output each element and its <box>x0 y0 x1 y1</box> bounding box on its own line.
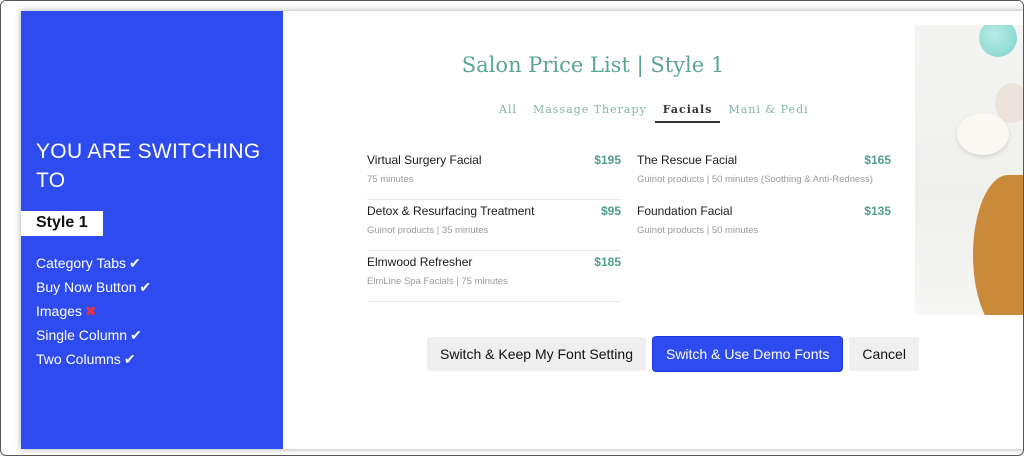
list-item: Elmwood Refresher $185 ElmLine Spa Facial… <box>367 251 621 302</box>
feature-item: Two Columns ✔ <box>36 347 151 371</box>
item-description: Guinot products | 35 minutes <box>367 225 489 236</box>
list-item: Virtual Surgery Facial $195 75 minutes <box>367 149 621 200</box>
category-tabs: All Massage Therapy Facials Mani & Pedi <box>491 103 817 123</box>
preview-title: Salon Price List | Style 1 <box>461 53 725 77</box>
feature-label: Two Columns <box>36 351 121 367</box>
item-price: $195 <box>594 153 621 167</box>
spa-decoration-image <box>915 25 1023 315</box>
feature-label: Images <box>36 303 82 319</box>
item-description: 75 minutes <box>367 174 414 185</box>
item-price: $185 <box>594 255 621 269</box>
feature-item: Buy Now Button ✔ <box>36 275 151 299</box>
item-price: $165 <box>864 153 891 167</box>
price-column-left: Virtual Surgery Facial $195 75 minutes De… <box>367 149 621 302</box>
item-description: ElmLine Spa Facials | 75 minutes <box>367 276 508 287</box>
item-price: $95 <box>600 204 621 218</box>
tab-facials[interactable]: Facials <box>654 103 721 123</box>
action-buttons: Switch & Keep My Font Setting Switch & U… <box>427 337 919 371</box>
tab-all[interactable]: All <box>491 103 525 123</box>
style-switch-modal: YOU ARE SWITCHING TO Style 1 Category Ta… <box>21 11 1023 449</box>
check-icon: ✔ <box>139 279 152 295</box>
item-name: The Rescue Facial <box>637 153 738 167</box>
item-description: Guinot products | 50 minutes <box>637 225 759 236</box>
window-frame: YOU ARE SWITCHING TO Style 1 Category Ta… <box>0 0 1024 456</box>
feature-item: Category Tabs ✔ <box>36 251 151 275</box>
switch-keep-font-button[interactable]: Switch & Keep My Font Setting <box>427 337 646 371</box>
background-page-strip <box>1 1 1023 11</box>
check-icon: ✔ <box>123 351 136 367</box>
item-name: Elmwood Refresher <box>367 255 473 269</box>
item-name: Detox & Resurfacing Treatment <box>367 204 535 218</box>
feature-item: Single Column ✔ <box>36 323 151 347</box>
switch-info-panel: YOU ARE SWITCHING TO Style 1 Category Ta… <box>21 11 283 449</box>
cancel-button[interactable]: Cancel <box>849 337 919 371</box>
tab-mani-pedi[interactable]: Mani & Pedi <box>720 103 816 123</box>
check-icon: ✔ <box>130 327 142 343</box>
style-preview-area: Salon Price List | Style 1 All Massage T… <box>283 11 1023 449</box>
style-name-badge: Style 1 <box>21 211 103 236</box>
feature-label: Category Tabs <box>36 255 127 271</box>
item-price: $135 <box>864 204 891 218</box>
feature-item: Images ✖ <box>36 299 151 323</box>
switching-heading: YOU ARE SWITCHING TO <box>36 140 261 192</box>
cross-icon: ✖ <box>84 303 97 319</box>
check-icon: ✔ <box>129 255 141 271</box>
candle-image <box>957 113 1009 155</box>
list-item: The Rescue Facial $165 Guinot products | … <box>637 149 891 200</box>
item-name: Virtual Surgery Facial <box>367 153 482 167</box>
switch-demo-fonts-button[interactable]: Switch & Use Demo Fonts <box>652 337 843 371</box>
list-item: Detox & Resurfacing Treatment $95 Guinot … <box>367 200 621 251</box>
price-column-right: The Rescue Facial $165 Guinot products | … <box>637 149 891 251</box>
tab-massage-therapy[interactable]: Massage Therapy <box>525 103 655 123</box>
item-description: Guinot products | 50 minutes (Soothing &… <box>637 174 873 185</box>
feature-label: Single Column <box>36 327 128 343</box>
item-name: Foundation Facial <box>637 204 733 218</box>
feature-label: Buy Now Button <box>36 279 137 295</box>
feature-list: Category Tabs ✔ Buy Now Button ✔ Images ✖ S… <box>36 251 151 371</box>
list-item: Foundation Facial $135 Guinot products | … <box>637 200 891 251</box>
